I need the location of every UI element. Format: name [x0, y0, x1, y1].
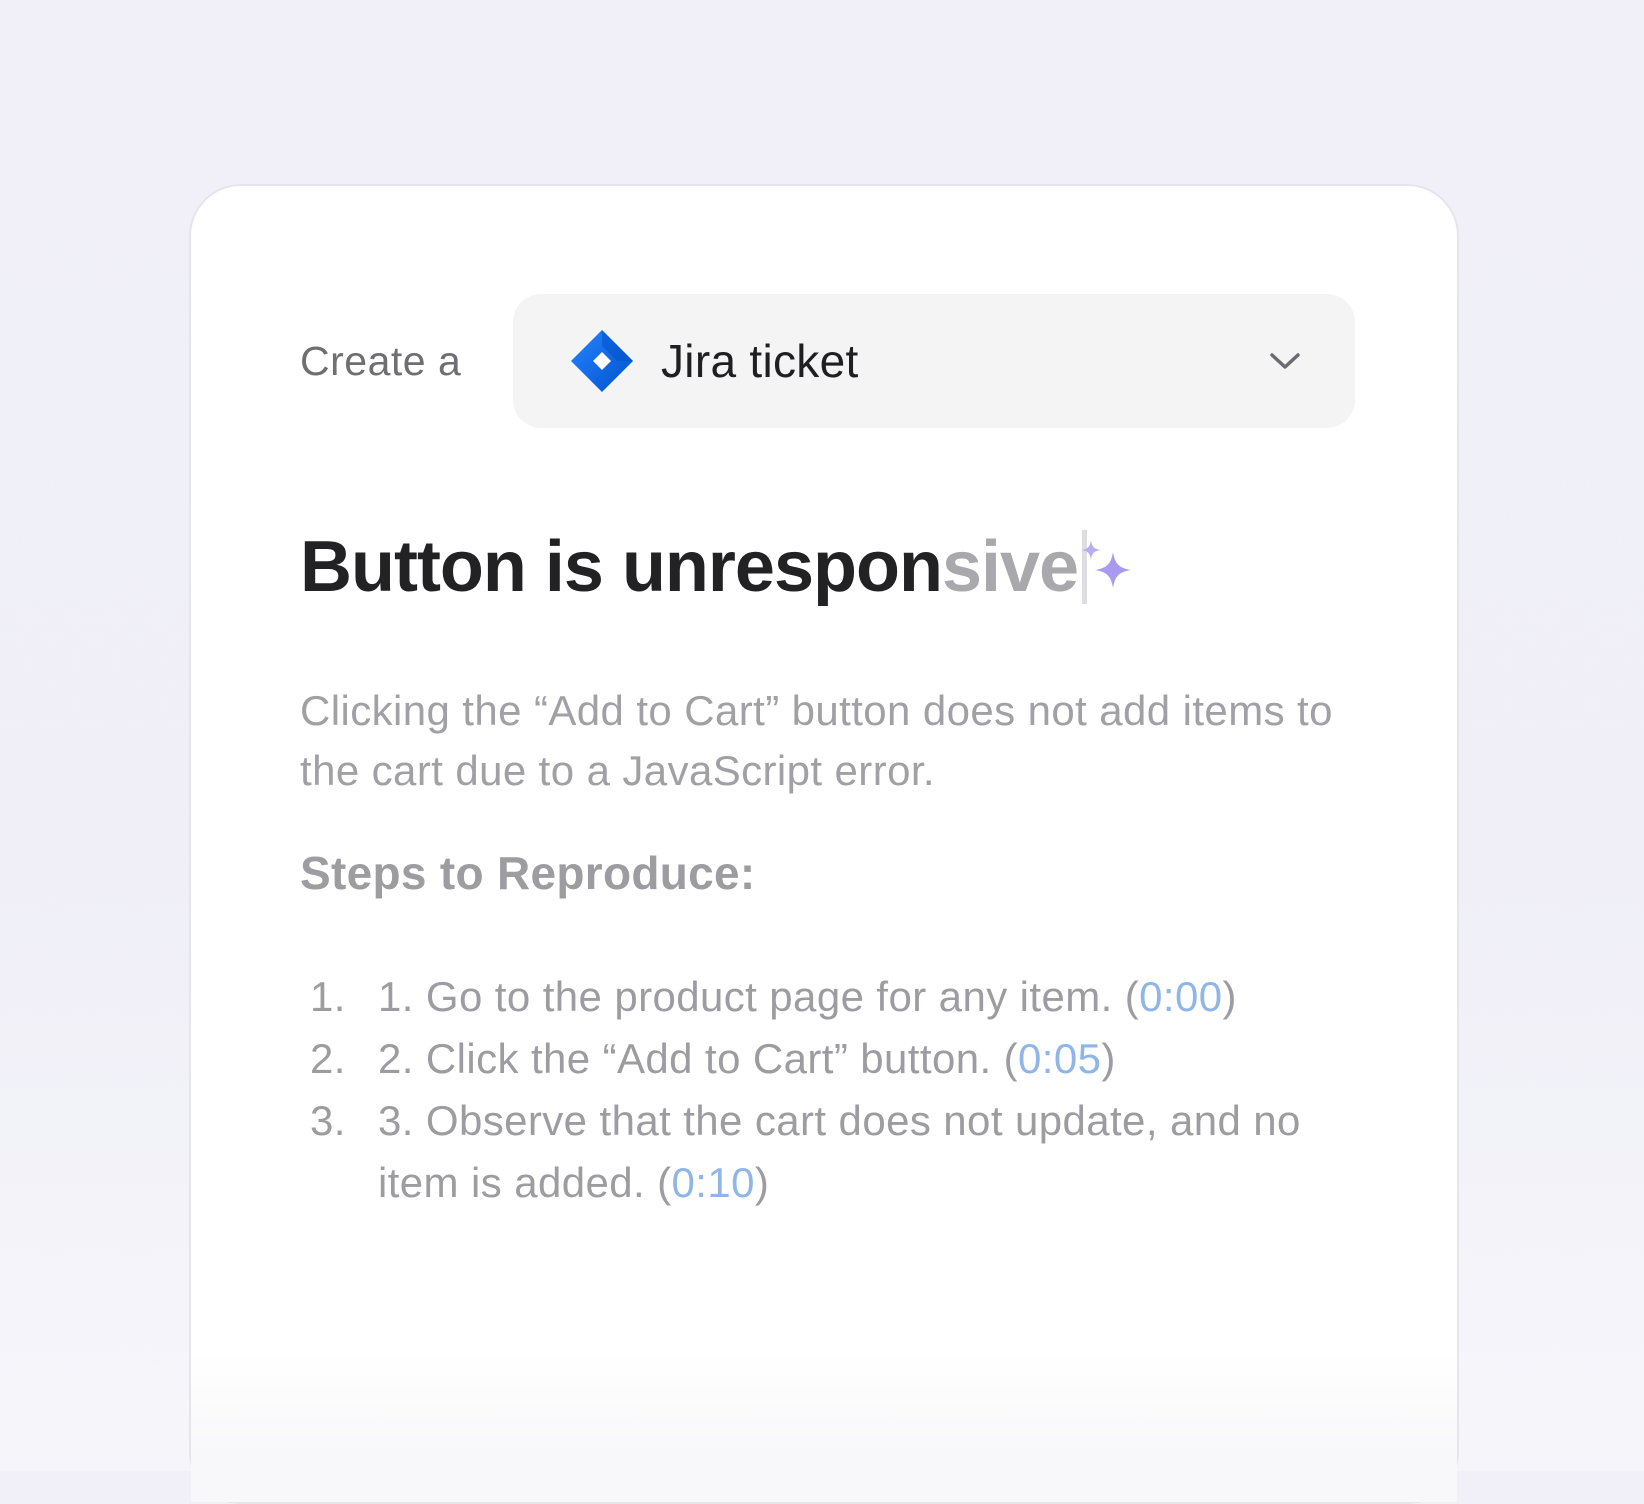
- create-label: Create a: [300, 337, 462, 384]
- ticket-description[interactable]: Clicking the “Add to Cart” button does n…: [300, 681, 1340, 801]
- title-typed-text: Button is unrespon: [300, 527, 943, 607]
- steps-list: 1. 1. Go to the product page for any ite…: [300, 966, 1380, 1214]
- steps-heading: Steps to Reproduce:: [300, 847, 756, 899]
- ticket-title[interactable]: Button is unrespon sive: [300, 526, 1088, 608]
- selector-label: Jira ticket: [661, 335, 859, 387]
- ticket-card: Create a Jira ticket Button is unrespon s…: [189, 184, 1459, 1504]
- ai-sparkle-icon: [1081, 540, 1131, 588]
- step-item: 2. 2. Click the “Add to Cart” button. (0…: [300, 1028, 1380, 1090]
- step-close-paren: ): [754, 1159, 770, 1206]
- step-text: 2. Click the “Add to Cart” button. (: [378, 1035, 1018, 1082]
- step-text: 1. Go to the product page for any item. …: [378, 973, 1140, 1020]
- create-row: Create a: [300, 294, 461, 428]
- step-item: 1. 1. Go to the product page for any ite…: [300, 966, 1380, 1028]
- timestamp-link[interactable]: 0:05: [1018, 1035, 1101, 1082]
- step-close-paren: ): [1101, 1035, 1116, 1082]
- bottom-fade: [191, 1352, 1457, 1502]
- step-number: 3.: [310, 1097, 346, 1144]
- step-number: 1.: [310, 973, 346, 1020]
- timestamp-link[interactable]: 0:10: [672, 1159, 755, 1206]
- step-item: 3. 3. Observe that the cart does not upd…: [300, 1090, 1380, 1214]
- step-text: 3. Observe that the cart does not update…: [378, 1097, 1301, 1206]
- chevron-down-icon[interactable]: [1267, 346, 1303, 376]
- timestamp-link[interactable]: 0:00: [1139, 973, 1222, 1020]
- title-suggested-text: sive: [941, 527, 1079, 607]
- step-close-paren: ): [1222, 973, 1237, 1020]
- ticket-type-dropdown[interactable]: Jira ticket: [513, 294, 1355, 428]
- jira-icon: [571, 330, 633, 392]
- step-number: 2.: [310, 1035, 346, 1082]
